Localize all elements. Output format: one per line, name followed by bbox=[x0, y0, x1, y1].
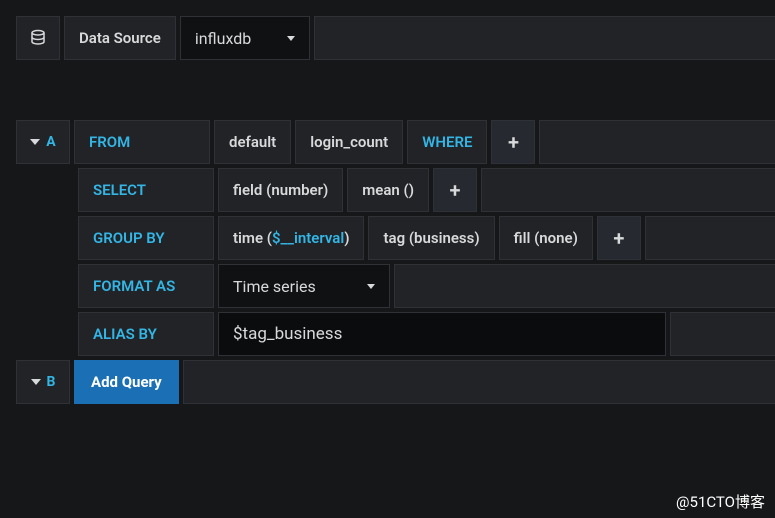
chevron-down-icon bbox=[287, 36, 295, 41]
chevron-down-icon bbox=[31, 379, 41, 385]
where-add-button[interactable]: + bbox=[491, 120, 535, 164]
datasource-trailing bbox=[314, 16, 775, 60]
query-b-toggle[interactable]: B bbox=[16, 360, 70, 404]
groupby-fill[interactable]: fill (none) bbox=[499, 216, 593, 260]
format-label: FORMAT AS bbox=[78, 264, 214, 308]
format-trailing bbox=[394, 264, 775, 308]
groupby-add-button[interactable]: + bbox=[597, 216, 641, 260]
datasource-select[interactable]: influxdb bbox=[180, 16, 310, 60]
datasource-value: influxdb bbox=[195, 29, 251, 48]
alias-input[interactable]: $tag_business bbox=[218, 312, 666, 356]
watermark: @51CTO博客 bbox=[676, 491, 765, 512]
select-item-field[interactable]: field (number) bbox=[218, 168, 343, 212]
query-a-select-row: SELECT field (number) mean () + bbox=[16, 168, 775, 212]
format-value: Time series bbox=[233, 277, 316, 296]
from-measurement[interactable]: login_count bbox=[295, 120, 403, 164]
query-a-format-row: FORMAT AS Time series bbox=[16, 264, 775, 308]
query-a-groupby-row: GROUP BY time ($__interval) tag (busines… bbox=[16, 216, 775, 260]
from-label: FROM bbox=[74, 120, 210, 164]
query-a-alias-row: ALIAS BY $tag_business bbox=[16, 312, 775, 356]
from-trailing bbox=[539, 120, 775, 164]
select-label: SELECT bbox=[78, 168, 214, 212]
query-a-toggle[interactable]: A bbox=[16, 120, 70, 164]
select-trailing bbox=[481, 168, 775, 212]
groupby-trailing bbox=[645, 216, 775, 260]
alias-label: ALIAS BY bbox=[78, 312, 214, 356]
datasource-label: Data Source bbox=[64, 16, 176, 60]
query-letter: B bbox=[47, 374, 56, 390]
from-policy[interactable]: default bbox=[214, 120, 291, 164]
select-item-mean[interactable]: mean () bbox=[347, 168, 429, 212]
chevron-down-icon bbox=[30, 139, 40, 145]
format-select[interactable]: Time series bbox=[218, 264, 390, 308]
query-a-from-row: A FROM default login_count WHERE + bbox=[16, 120, 775, 164]
query-letter: A bbox=[46, 134, 55, 150]
query-b-trailing bbox=[183, 360, 775, 404]
database-icon bbox=[16, 16, 60, 60]
chevron-down-icon bbox=[367, 284, 375, 289]
groupby-label: GROUP BY bbox=[78, 216, 214, 260]
select-add-button[interactable]: + bbox=[433, 168, 477, 212]
where-label: WHERE bbox=[407, 120, 487, 164]
alias-trailing bbox=[670, 312, 775, 356]
add-query-button[interactable]: Add Query bbox=[74, 360, 179, 404]
query-b-row: B Add Query bbox=[16, 360, 775, 404]
datasource-row: Data Source influxdb bbox=[16, 16, 775, 60]
groupby-time[interactable]: time ($__interval) bbox=[218, 216, 364, 260]
groupby-tag[interactable]: tag (business) bbox=[368, 216, 494, 260]
